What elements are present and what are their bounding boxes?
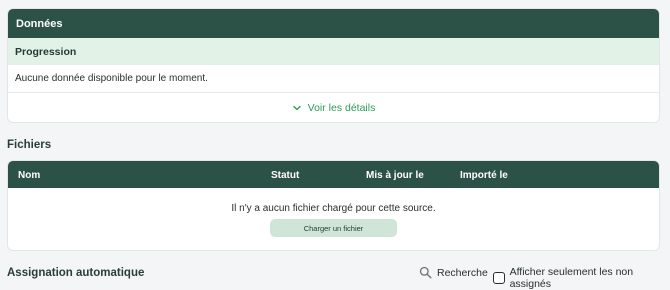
donnees-card: Données Progression Aucune donnée dispon…: [7, 8, 660, 123]
unassigned-filter-label: Afficher seulement les non assignés: [509, 266, 634, 290]
files-empty-text: Il n'y a aucun fichier chargé pour cette…: [231, 203, 436, 214]
column-header-importe[interactable]: Importé le: [460, 170, 508, 181]
donnees-empty-row: Aucune donnée disponible pour le moment.: [8, 65, 659, 93]
view-details-link[interactable]: Voir les détails: [8, 93, 659, 122]
search-label: Recherche: [437, 266, 488, 279]
donnees-empty-text: Aucune donnée disponible pour le moment.: [15, 73, 208, 84]
search-button[interactable]: Recherche: [419, 266, 488, 279]
fichiers-card: Nom Statut Mis à jour le Importé le Il n…: [7, 160, 660, 251]
unassigned-checkbox[interactable]: [493, 272, 505, 284]
unassigned-filter[interactable]: Afficher seulement les non assignés: [493, 266, 670, 290]
chevron-down-icon: [292, 105, 301, 111]
upload-file-button[interactable]: Charger un fichier: [270, 219, 397, 237]
donnees-title: Données: [16, 17, 63, 30]
donnees-header: Données: [8, 9, 659, 38]
assignation-section-title: Assignation automatique: [7, 267, 145, 279]
files-table-header: Nom Statut Mis à jour le Importé le: [8, 161, 659, 188]
view-details-label: Voir les détails: [307, 102, 376, 114]
search-icon: [419, 266, 432, 279]
progress-section-header: Progression: [8, 38, 659, 65]
fichiers-section-title: Fichiers: [7, 139, 52, 151]
column-header-nom[interactable]: Nom: [18, 170, 40, 181]
column-header-statut[interactable]: Statut: [271, 170, 299, 181]
progress-title: Progression: [15, 45, 77, 58]
column-header-mis-a-jour[interactable]: Mis à jour le: [366, 170, 424, 181]
